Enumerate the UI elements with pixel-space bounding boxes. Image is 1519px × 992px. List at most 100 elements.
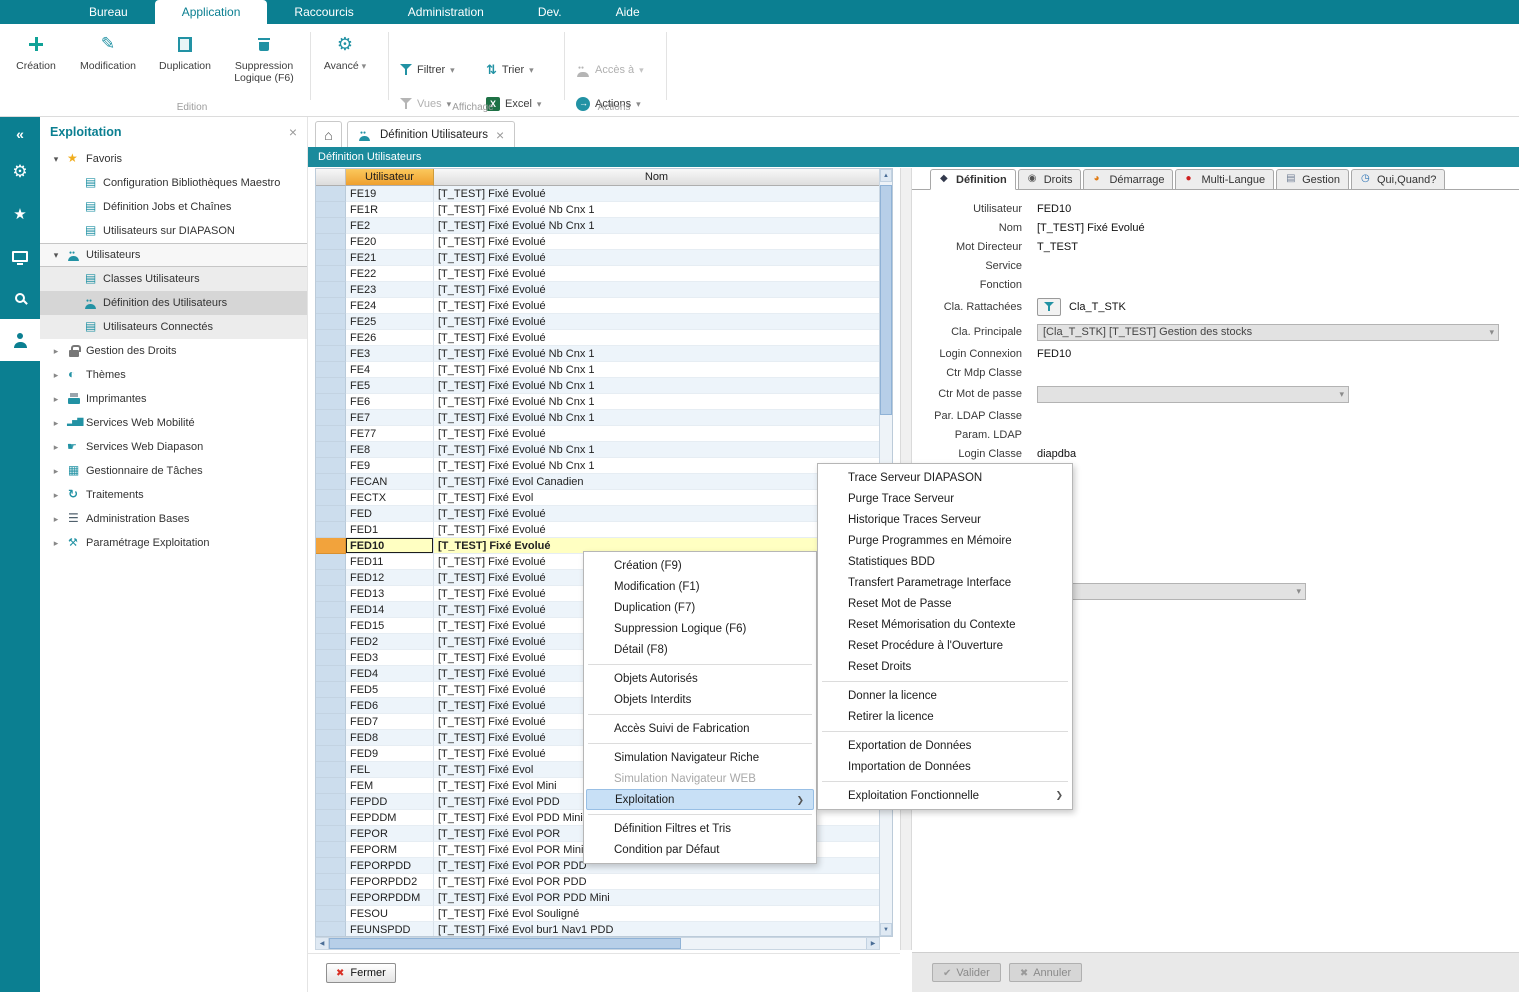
tree-item[interactable]: Gestionnaire de Tâches <box>40 459 307 483</box>
row-selector[interactable] <box>316 618 346 634</box>
tree-item[interactable]: Traitements <box>40 483 307 507</box>
row-selector[interactable] <box>316 586 346 602</box>
horizontal-scroll-thumb[interactable] <box>329 938 681 949</box>
row-selector[interactable] <box>316 458 346 474</box>
cell-utilisateur[interactable]: FED3 <box>346 650 434 666</box>
cell-utilisateur[interactable]: FE5 <box>346 378 434 394</box>
cell-nom[interactable]: [T_TEST] Fixé Evol Souligné <box>434 906 881 922</box>
detail-tab[interactable]: Droits <box>1018 169 1082 189</box>
context-menu-item[interactable]: Objets Interdits <box>584 689 816 710</box>
submenu-item[interactable]: Exportation de Données <box>818 735 1072 756</box>
row-selector[interactable] <box>316 186 346 202</box>
row-selector[interactable] <box>316 538 346 554</box>
tree-item[interactable]: Utilisateurs Connectés <box>40 315 307 339</box>
table-row[interactable]: FESOU [T_TEST] Fixé Evol Souligné <box>316 906 881 922</box>
row-selector[interactable] <box>316 298 346 314</box>
cell-utilisateur[interactable]: FE20 <box>346 234 434 250</box>
cell-utilisateur[interactable]: FED <box>346 506 434 522</box>
cell-utilisateur[interactable]: FE6 <box>346 394 434 410</box>
context-menu-item[interactable]: Simulation Navigateur Riche <box>584 747 816 768</box>
row-selector[interactable] <box>316 762 346 778</box>
row-selector[interactable] <box>316 282 346 298</box>
row-selector[interactable] <box>316 378 346 394</box>
cell-utilisateur[interactable]: FED11 <box>346 554 434 570</box>
tree-caret-icon[interactable] <box>50 418 62 429</box>
suppression-button[interactable]: Suppression Logique (F6) <box>222 30 306 84</box>
cell-nom[interactable]: [T_TEST] Fixé Evolué <box>434 298 881 314</box>
submenu-item[interactable]: Retirer la licence <box>818 706 1072 727</box>
tree-caret-icon[interactable] <box>50 250 62 261</box>
row-selector[interactable] <box>316 218 346 234</box>
row-selector[interactable] <box>316 906 346 922</box>
cell-nom[interactable]: [T_TEST] Fixé Evol bur1 Nav1 PDD <box>434 922 881 936</box>
table-row[interactable]: FEUNSPDD [T_TEST] Fixé Evol bur1 Nav1 PD… <box>316 922 881 936</box>
row-selector[interactable] <box>316 266 346 282</box>
scroll-down-arrow[interactable] <box>880 923 892 936</box>
detail-tab[interactable]: Gestion <box>1276 169 1349 189</box>
tree-caret-icon[interactable] <box>50 442 62 453</box>
row-selector[interactable] <box>316 474 346 490</box>
cell-utilisateur[interactable]: FED7 <box>346 714 434 730</box>
table-row[interactable]: FECAN [T_TEST] Fixé Evol Canadien <box>316 474 881 490</box>
row-selector[interactable] <box>316 426 346 442</box>
submenu-item[interactable]: Historique Traces Serveur <box>818 509 1072 530</box>
table-corner-cell[interactable] <box>316 169 346 186</box>
submenu-item[interactable]: Reset Mémorisation du Contexte <box>818 614 1072 635</box>
cell-nom[interactable]: [T_TEST] Fixé Evolué Nb Cnx 1 <box>434 378 881 394</box>
cell-utilisateur[interactable]: FED13 <box>346 586 434 602</box>
tree-caret-icon[interactable] <box>50 346 62 357</box>
tree-item[interactable]: Imprimantes <box>40 387 307 411</box>
row-selector[interactable] <box>316 682 346 698</box>
context-menu-item[interactable]: Accès Suivi de Fabrication <box>584 718 816 739</box>
row-selector[interactable] <box>316 362 346 378</box>
cell-utilisateur[interactable]: FED12 <box>346 570 434 586</box>
row-selector[interactable] <box>316 506 346 522</box>
cell-utilisateur[interactable]: FEPOR <box>346 826 434 842</box>
close-icon[interactable] <box>289 124 297 140</box>
context-menu-item[interactable]: Condition par Défaut <box>584 839 816 860</box>
table-row[interactable]: FE4 [T_TEST] Fixé Evolué Nb Cnx 1 <box>316 362 881 378</box>
row-selector[interactable] <box>316 698 346 714</box>
cell-utilisateur[interactable]: FE2 <box>346 218 434 234</box>
cell-nom[interactable]: [T_TEST] Fixé Evolué <box>434 522 881 538</box>
scroll-up-arrow[interactable] <box>880 169 892 182</box>
submenu-item[interactable]: Transfert Parametrage Interface <box>818 572 1072 593</box>
cell-utilisateur[interactable]: FE7 <box>346 410 434 426</box>
row-selector[interactable] <box>316 634 346 650</box>
cell-utilisateur[interactable]: FE4 <box>346 362 434 378</box>
cell-utilisateur[interactable]: FED1 <box>346 522 434 538</box>
submenu-item[interactable]: Donner la licence <box>818 685 1072 706</box>
row-selector[interactable] <box>316 330 346 346</box>
cell-nom[interactable]: [T_TEST] Fixé Evolué Nb Cnx 1 <box>434 410 881 426</box>
cell-nom[interactable]: [T_TEST] Fixé Evolué Nb Cnx 1 <box>434 394 881 410</box>
row-selector[interactable] <box>316 602 346 618</box>
cell-utilisateur[interactable]: FE24 <box>346 298 434 314</box>
cell-utilisateur[interactable]: FE19 <box>346 186 434 202</box>
tree-item[interactable]: Définition des Utilisateurs <box>40 291 307 315</box>
scroll-left-arrow[interactable] <box>316 938 329 949</box>
tree-item[interactable]: Utilisateurs <box>40 243 307 267</box>
horizontal-scrollbar[interactable] <box>315 937 880 950</box>
submenu-item[interactable]: Reset Mot de Passe <box>818 593 1072 614</box>
home-tab[interactable] <box>315 121 342 147</box>
table-row[interactable]: FECTX [T_TEST] Fixé Evol <box>316 490 881 506</box>
submenu-item[interactable]: Purge Trace Serveur <box>818 488 1072 509</box>
table-row[interactable]: FE19 [T_TEST] Fixé Evolué <box>316 186 881 202</box>
cell-nom[interactable]: [T_TEST] Fixé Evolué Nb Cnx 1 <box>434 218 881 234</box>
field-dropdown[interactable] <box>1037 386 1349 403</box>
cell-utilisateur[interactable]: FE25 <box>346 314 434 330</box>
row-selector[interactable] <box>316 650 346 666</box>
row-selector[interactable] <box>316 442 346 458</box>
creation-button[interactable]: Création <box>6 30 66 72</box>
menubar-item[interactable]: Dev. <box>511 0 589 24</box>
submenu-item[interactable]: Reset Procédure à l'Ouverture <box>818 635 1072 656</box>
table-row[interactable]: FED [T_TEST] Fixé Evolué <box>316 506 881 522</box>
tree-item[interactable]: Classes Utilisateurs <box>40 267 307 291</box>
table-row[interactable]: FE25 [T_TEST] Fixé Evolué <box>316 314 881 330</box>
context-menu-item[interactable]: Création (F9) <box>584 555 816 576</box>
tree-caret-icon[interactable] <box>50 514 62 525</box>
submenu-item[interactable]: Purge Programmes en Mémoire <box>818 530 1072 551</box>
row-selector[interactable] <box>316 890 346 906</box>
cell-utilisateur[interactable]: FED5 <box>346 682 434 698</box>
annuler-button[interactable]: Annuler <box>1009 963 1082 982</box>
